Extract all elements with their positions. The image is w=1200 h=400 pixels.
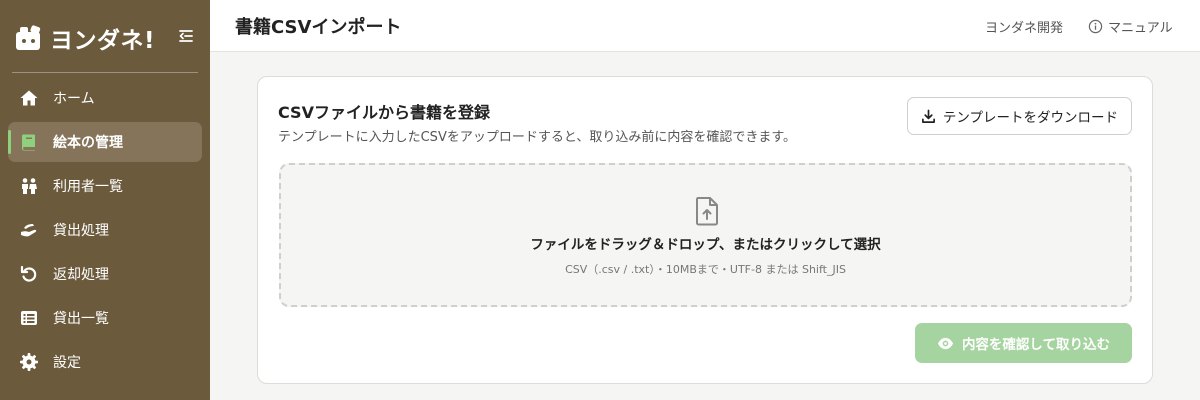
sidebar-item-home[interactable]: ホーム — [8, 78, 202, 118]
dropzone-main-text: ファイルをドラッグ＆ドロップ、またはクリックして選択 — [530, 237, 881, 253]
sidebar-item-label: ホーム — [53, 91, 95, 107]
sidebar-item-lending[interactable]: 貸出処理 — [8, 210, 202, 250]
confirm-import-label: 内容を確認して取り込む — [961, 337, 1111, 353]
sidebar-item-users[interactable]: 利用者一覧 — [8, 166, 202, 206]
return-icon — [19, 264, 39, 284]
info-icon — [1088, 19, 1103, 34]
collapse-sidebar-button[interactable] — [176, 26, 196, 46]
manual-link-label: マニュアル — [1108, 21, 1173, 36]
sidebar-item-label: 絵本の管理 — [53, 135, 123, 151]
sidebar-item-label: 貸出一覧 — [53, 311, 109, 327]
sidebar-item-lending-list[interactable]: 貸出一覧 — [8, 298, 202, 338]
gear-icon — [19, 352, 39, 372]
sidebar-item-settings[interactable]: 設定 — [8, 342, 202, 382]
eye-icon — [937, 337, 953, 349]
sidebar-divider — [12, 72, 198, 73]
sidebar: ヨンダネ! ホーム 絵本の管理 利用者一覧 貸出処理 返却処理 貸出一覧 設定 — [0, 0, 210, 400]
download-template-label: テンプレートをダウンロード — [942, 110, 1118, 126]
dropzone-sub-text: CSV（.csv / .txt）・10MBまで・UTF-8 または Shift_… — [565, 263, 846, 276]
manual-link[interactable]: マニュアル — [1088, 17, 1173, 36]
book-icon — [19, 132, 39, 152]
book-mascot-icon — [16, 25, 41, 50]
card-title: CSVファイルから書籍を登録 — [278, 103, 490, 122]
collapse-sidebar-icon — [179, 30, 193, 42]
sidebar-item-label: 返却処理 — [53, 267, 109, 283]
file-dropzone[interactable]: ファイルをドラッグ＆ドロップ、またはクリックして選択 CSV（.csv / .t… — [279, 163, 1132, 307]
confirm-import-button[interactable]: 内容を確認して取り込む — [915, 323, 1132, 363]
dev-link-label: ヨンダネ開発 — [985, 21, 1064, 36]
sidebar-item-books[interactable]: 絵本の管理 — [8, 122, 202, 162]
sidebar-nav: ホーム 絵本の管理 利用者一覧 貸出処理 返却処理 貸出一覧 設定 — [0, 78, 210, 386]
download-icon — [921, 109, 935, 123]
csv-import-card: CSVファイルから書籍を登録 テンプレートに入力したCSVをアップロードすると、… — [257, 76, 1153, 384]
sidebar-item-returns[interactable]: 返却処理 — [8, 254, 202, 294]
handover-icon — [19, 220, 39, 240]
card-description: テンプレートに入力したCSVをアップロードすると、取り込み前に内容を確認できます… — [278, 130, 797, 145]
sidebar-item-label: 利用者一覧 — [53, 179, 123, 195]
dev-link[interactable]: ヨンダネ開発 — [985, 17, 1063, 36]
page-title: 書籍CSVインポート — [235, 17, 402, 38]
list-icon — [19, 308, 39, 328]
file-upload-icon — [696, 197, 718, 226]
brand[interactable]: ヨンダネ! — [14, 21, 155, 55]
brand-name: ヨンダネ! — [50, 28, 155, 54]
sidebar-item-label: 貸出処理 — [53, 223, 109, 239]
download-template-button[interactable]: テンプレートをダウンロード — [906, 97, 1132, 135]
users-icon — [19, 176, 39, 196]
sidebar-item-label: 設定 — [53, 355, 81, 371]
top-bar: 書籍CSVインポート ヨンダネ開発 マニュアル — [210, 0, 1200, 52]
home-icon — [19, 88, 39, 108]
